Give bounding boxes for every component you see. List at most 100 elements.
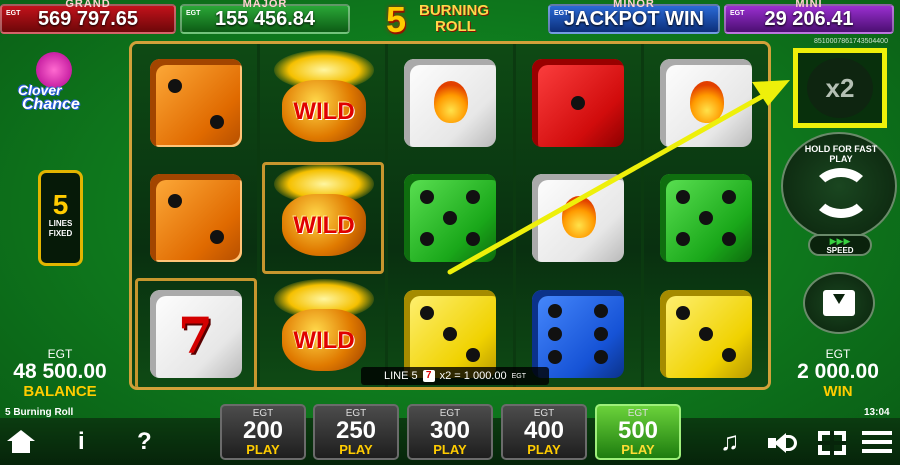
- bet-amount: 300: [429, 417, 471, 444]
- seven-die: 7: [150, 290, 242, 378]
- jackpot-minor-caption: MINOR: [613, 0, 655, 10]
- title-line2: ROLL: [435, 18, 476, 35]
- wild-symbol: WILD: [268, 164, 380, 264]
- orange-die-two: [150, 174, 242, 262]
- jackpot-major-value: 155 456.84: [214, 7, 316, 30]
- clock: 13:04: [864, 407, 890, 418]
- bet-button-200[interactable]: EGT 200 PLAY: [220, 404, 306, 460]
- speed-button[interactable]: ▶▶▶ SPEED: [808, 234, 872, 256]
- bet-amount: 500: [617, 417, 659, 444]
- speed-arrows-icon: ▶▶▶: [829, 236, 851, 246]
- title-number: 5: [386, 0, 407, 40]
- bet-play-label: PLAY: [339, 442, 373, 457]
- serial-number: 8510007861743504400: [814, 38, 888, 45]
- flame-die: [404, 59, 496, 147]
- reel-1: 7: [132, 44, 257, 387]
- jackpot-grand-provider: EGT: [6, 10, 21, 17]
- win-label: WIN: [823, 383, 853, 400]
- balance-label: BALANCE: [23, 383, 97, 400]
- title-line1: BURNING: [419, 2, 489, 19]
- bet-button-500[interactable]: EGT 500 PLAY: [595, 404, 681, 460]
- line-win-prefix: LINE 5: [383, 370, 418, 382]
- orange-die-two: [150, 59, 242, 147]
- speed-label: SPEED: [826, 246, 854, 255]
- lines-count: 5: [52, 189, 69, 220]
- spin-button[interactable]: HOLD FOR FAST PLAY: [781, 132, 897, 240]
- spin-button-label: HOLD FOR FAST PLAY: [804, 144, 878, 164]
- jackpot-minor-value: JACKPOT WIN: [564, 7, 704, 30]
- logo-line2: Chance: [22, 96, 80, 113]
- download-box-icon: [823, 290, 855, 316]
- blue-die-six: [532, 290, 624, 378]
- home-icon: [7, 430, 35, 441]
- jackpot-grand-caption: GRAND: [65, 0, 111, 10]
- red-die-one: [532, 59, 624, 147]
- bet-button-300[interactable]: EGT 300 PLAY: [407, 404, 493, 460]
- win-display: EGT 2 000.00 WIN: [778, 347, 898, 400]
- reels-area[interactable]: 7 WILD WILD WILD: [129, 41, 771, 390]
- jackpot-mini-caption: MINI: [795, 0, 823, 10]
- jackpot-major: MAJOR EGT 155 456.84: [180, 0, 350, 34]
- bet-amount: 250: [335, 417, 377, 444]
- info-button[interactable]: i: [78, 428, 85, 456]
- jackpot-grand: GRAND EGT 569 797.65: [0, 0, 176, 34]
- fullscreen-button[interactable]: [818, 431, 846, 455]
- reel-5: [644, 44, 768, 387]
- yellow-die-three: [660, 290, 752, 378]
- lines-label2: FIXED: [48, 229, 73, 238]
- seven-symbol: 7: [178, 306, 213, 365]
- green-die-five: [404, 174, 496, 262]
- jackpot-grand-value: 569 797.65: [37, 7, 139, 30]
- game-name: 5 Burning Roll: [5, 407, 74, 418]
- game-title-logo: 5 BURNING ROLL: [383, 0, 511, 40]
- bet-play-label: PLAY: [433, 442, 467, 457]
- flame-die: [660, 59, 752, 147]
- refresh-icon: [811, 168, 871, 218]
- line-win-banner: LINE 5 7 x2 = 1 000.00 EGT: [361, 367, 549, 385]
- menu-button[interactable]: [862, 431, 892, 453]
- reel-2: WILD WILD WILD: [260, 44, 385, 387]
- lines-fixed-indicator: 5 LINES FIXED: [38, 170, 83, 266]
- flame-icon: [562, 196, 596, 238]
- line-win-provider: EGT: [511, 372, 526, 380]
- bet-amount: 200: [242, 417, 284, 444]
- bet-button-250[interactable]: EGT 250 PLAY: [313, 404, 399, 460]
- autoplay-button[interactable]: [803, 272, 875, 334]
- balance-amount: 48 500.00: [13, 360, 107, 383]
- music-button[interactable]: ♫: [720, 426, 740, 457]
- jackpot-minor: MINOR EGT JACKPOT WIN: [548, 0, 720, 34]
- clover-chance-logo: Clover Chance: [14, 52, 94, 118]
- flame-die: [532, 174, 624, 262]
- win-amount: 2 000.00: [797, 360, 879, 383]
- win-provider: EGT: [825, 347, 851, 361]
- bet-play-label: PLAY: [621, 442, 655, 457]
- jackpot-mini-value: 29 206.41: [764, 7, 854, 30]
- reel-3: [388, 44, 513, 387]
- jackpot-minor-provider: EGT: [554, 10, 569, 17]
- bet-play-label: PLAY: [246, 442, 280, 457]
- line-win-amount: x2 = 1 000.00: [439, 370, 507, 382]
- multiplier-highlight: x2: [793, 48, 887, 128]
- bet-play-label: PLAY: [527, 442, 561, 457]
- line-win-symbol-icon: 7: [422, 370, 435, 382]
- multiplier-value: x2: [807, 58, 873, 118]
- home-button[interactable]: [7, 430, 35, 454]
- jackpot-major-caption: MAJOR: [242, 0, 288, 10]
- reel-4: [516, 44, 641, 387]
- bet-button-400[interactable]: EGT 400 PLAY: [501, 404, 587, 460]
- lines-label1: LINES: [48, 219, 73, 228]
- wild-symbol: WILD: [268, 50, 380, 150]
- bet-amount: 400: [523, 417, 565, 444]
- flame-icon: [690, 81, 724, 123]
- balance-provider: EGT: [47, 347, 73, 361]
- wild-symbol: WILD: [268, 279, 380, 379]
- jackpot-major-provider: EGT: [186, 10, 201, 17]
- balance-display: EGT 48 500.00 BALANCE: [0, 347, 120, 400]
- sound-button[interactable]: [768, 431, 798, 455]
- help-button[interactable]: ?: [137, 428, 152, 456]
- flame-icon: [434, 81, 468, 123]
- yellow-die-three: [404, 290, 496, 378]
- jackpot-mini-provider: EGT: [730, 10, 745, 17]
- jackpot-mini: MINI EGT 29 206.41: [724, 0, 894, 34]
- green-die-five: [660, 174, 752, 262]
